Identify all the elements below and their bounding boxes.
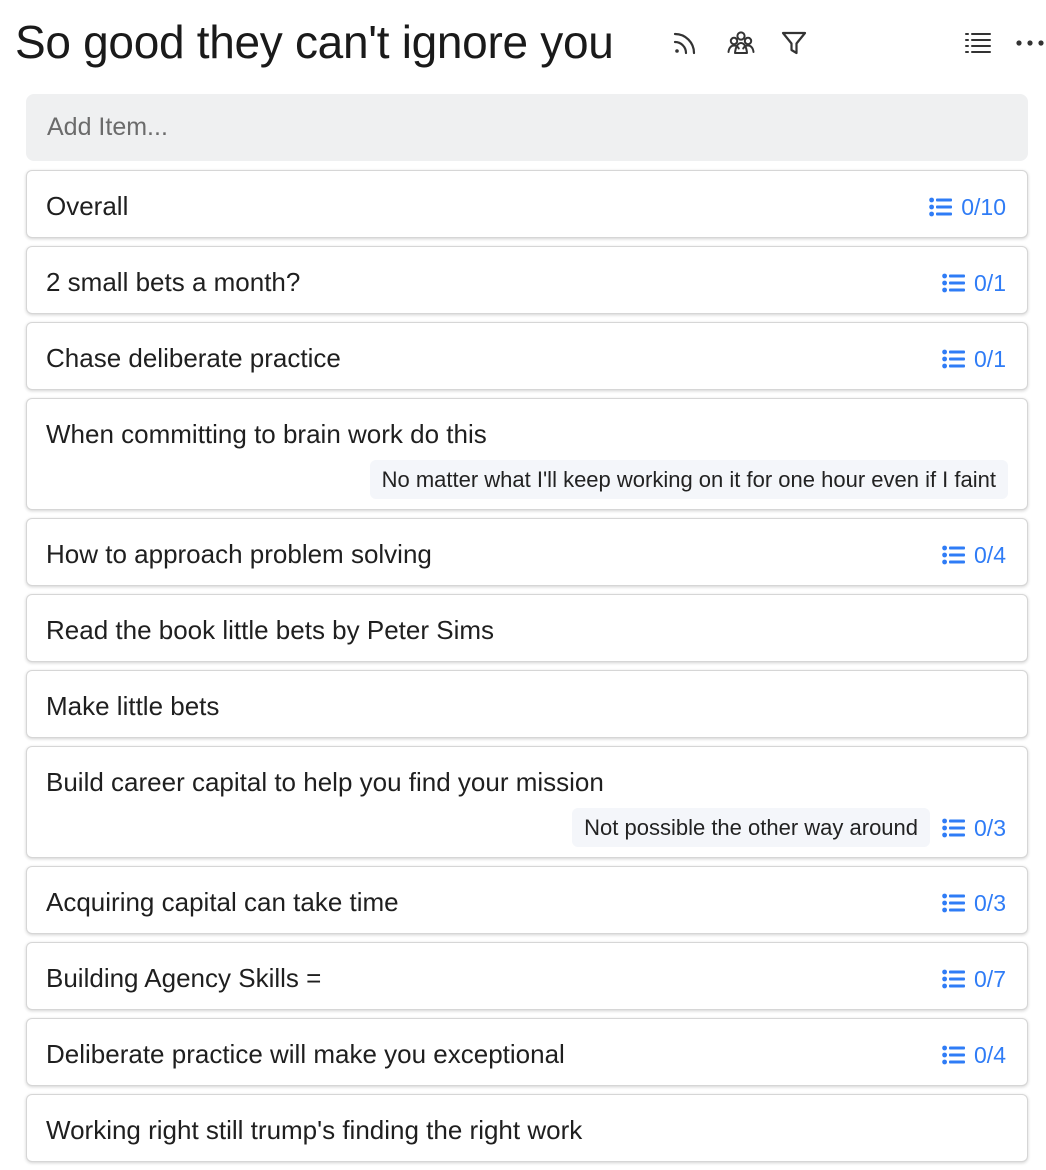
page-title: So good they can't ignore you [15,16,614,68]
item-meta: 0/4 [942,1041,1006,1069]
subtask-count[interactable]: 0/3 [942,889,1006,917]
list-item[interactable]: Working right still trump's finding the … [26,1094,1028,1162]
list-item[interactable]: Building Agency Skills = 0/7 [26,942,1028,1010]
item-label: Overall [46,191,129,221]
subtask-count-text: 0/10 [961,194,1006,220]
checklist-icon [942,545,970,565]
item-label: How to approach problem solving [46,539,432,569]
item-label: Working right still trump's finding the … [46,1115,583,1145]
subtask-count[interactable]: 0/4 [942,1041,1006,1069]
list-item[interactable]: Build career capital to help you find yo… [26,746,1028,858]
subtask-count-text: 0/3 [974,890,1006,916]
checklist-icon [942,273,970,293]
item-meta: Not possible the other way around 0/3 [572,808,1006,847]
item-meta: 0/7 [942,965,1006,993]
item-label: Build career capital to help you find yo… [46,767,604,797]
checklist-icon [942,1045,970,1065]
item-label: 2 small bets a month? [46,267,301,297]
subtask-count[interactable]: 0/10 [929,193,1006,221]
list-item[interactable]: 2 small bets a month? 0/1 [26,246,1028,314]
list-item[interactable]: How to approach problem solving 0/4 [26,518,1028,586]
checklist-icon [929,197,957,217]
subtask-count-text: 0/4 [974,1042,1006,1068]
item-label: Make little bets [46,691,220,721]
subtask-count-text: 0/1 [974,346,1006,372]
item-label: Read the book little bets by Peter Sims [46,615,495,645]
list-item[interactable]: When committing to brain work do this No… [26,398,1028,510]
add-item-bar [26,94,1028,161]
subtask-count[interactable]: 0/4 [942,541,1006,569]
item-list: Overall 0/10 2 small bets a month? 0/1 C… [26,170,1028,1170]
item-meta: 0/1 [942,269,1006,297]
list-view-icon[interactable] [959,24,997,62]
more-icon[interactable] [1011,24,1046,62]
rss-icon[interactable] [666,24,704,62]
subtask-count[interactable]: 0/3 [942,814,1006,842]
checklist-icon [942,969,970,989]
list-item[interactable]: Deliberate practice will make you except… [26,1018,1028,1086]
item-label: Acquiring capital can take time [46,887,399,917]
subtask-count-text: 0/7 [974,966,1006,992]
subtask-count[interactable]: 0/1 [942,345,1006,373]
item-label: Building Agency Skills = [46,963,322,993]
item-meta: 0/1 [942,345,1006,373]
people-icon[interactable] [722,24,760,62]
subtask-count-text: 0/3 [974,814,1006,841]
item-note: No matter what I'll keep working on it f… [369,460,1008,499]
subtask-count-text: 0/1 [974,270,1006,296]
item-meta: 0/4 [942,541,1006,569]
header: So good they can't ignore you [0,0,1046,88]
list-item[interactable]: Chase deliberate practice 0/1 [26,322,1028,390]
subtask-count-text: 0/4 [974,542,1006,568]
checklist-icon [942,893,970,913]
checklist-icon [942,818,970,838]
list-item[interactable]: Acquiring capital can take time 0/3 [26,866,1028,934]
item-meta: 0/3 [942,889,1006,917]
item-label: Deliberate practice will make you except… [46,1039,565,1069]
subtask-count[interactable]: 0/1 [942,269,1006,297]
item-label: Chase deliberate practice [46,343,341,373]
item-meta: 0/10 [929,193,1006,221]
item-meta: No matter what I'll keep working on it f… [369,460,1008,499]
list-item[interactable]: Overall 0/10 [26,170,1028,238]
item-note: Not possible the other way around [572,808,931,847]
subtask-count[interactable]: 0/7 [942,965,1006,993]
item-label: When committing to brain work do this [46,419,487,449]
add-item-input[interactable] [26,94,1028,161]
filter-icon[interactable] [775,24,813,62]
checklist-icon [942,349,970,369]
list-item[interactable]: Read the book little bets by Peter Sims [26,594,1028,662]
list-item[interactable]: Make little bets [26,670,1028,738]
